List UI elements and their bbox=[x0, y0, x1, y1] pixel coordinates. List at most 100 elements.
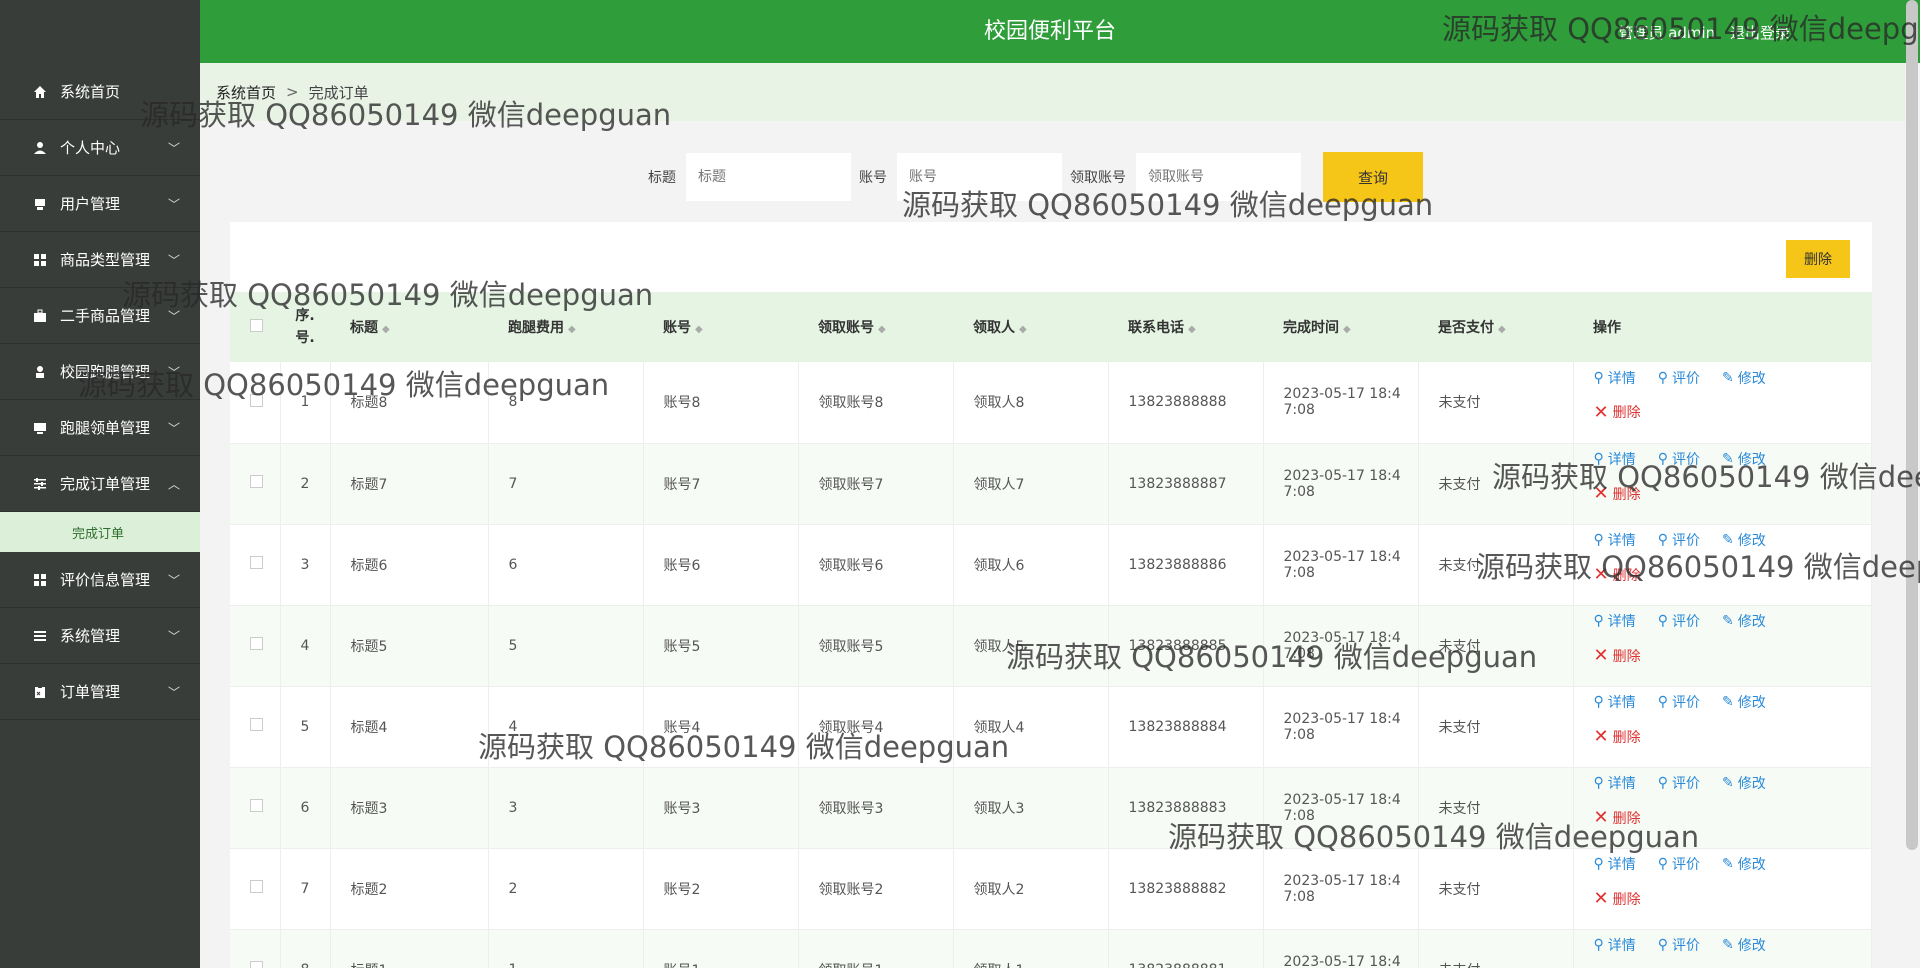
col-title[interactable]: 标题 ◆ bbox=[330, 292, 488, 362]
edit-button[interactable]: ✎ 修改 bbox=[1722, 611, 1766, 631]
logout-link[interactable]: 退出登录 bbox=[1730, 24, 1790, 42]
bag-icon bbox=[32, 308, 48, 324]
sidebar-item-5[interactable]: 校园跑腿管理 ﹀ bbox=[0, 344, 200, 400]
row-checkbox[interactable] bbox=[230, 848, 281, 929]
row-checkbox[interactable] bbox=[230, 362, 281, 443]
sidebar-item-6[interactable]: 跑腿领单管理 ﹀ bbox=[0, 400, 200, 456]
query-button[interactable]: 查询 bbox=[1323, 152, 1423, 202]
review-button[interactable]: ⚲ 评价 bbox=[1658, 692, 1700, 712]
edit-button[interactable]: ✎ 修改 bbox=[1722, 692, 1766, 712]
review-button[interactable]: ⚲ 评价 bbox=[1658, 368, 1700, 388]
detail-button[interactable]: ⚲ 详情 bbox=[1594, 449, 1636, 469]
edit-button[interactable]: ✎ 修改 bbox=[1722, 773, 1766, 793]
chevron-down-icon: ﹀ bbox=[167, 253, 180, 267]
delete-button[interactable]: ✕ 删除 bbox=[1594, 807, 1641, 828]
select-all-checkbox[interactable] bbox=[230, 292, 280, 362]
title-input[interactable] bbox=[686, 153, 851, 201]
row-checkbox[interactable] bbox=[230, 686, 281, 767]
delete-button[interactable]: ✕ 删除 bbox=[1594, 564, 1641, 585]
account-input[interactable] bbox=[897, 153, 1062, 201]
cell-actions: ⚲详情 ⚲评价 ✎修改 ✕删除 bbox=[1573, 362, 1872, 443]
sidebar-item-3[interactable]: 商品类型管理 ﹀ bbox=[0, 232, 200, 288]
edit-button[interactable]: ✎ 修改 bbox=[1722, 935, 1766, 955]
breadcrumb-home[interactable]: 系统首页 bbox=[216, 82, 276, 103]
page-scrollbar[interactable] bbox=[1906, 0, 1918, 850]
sidebar-item-0[interactable]: 系统首页 bbox=[0, 64, 200, 120]
sidebar-item-label: 校园跑腿管理 bbox=[60, 363, 151, 381]
review-button[interactable]: ⚲ 评价 bbox=[1658, 935, 1700, 955]
cell-claimer: 领取人8 bbox=[953, 362, 1109, 443]
table-row: 5 标题4 4 账号4 领取账号4 领取人4 13823888884 2023-05-17 1… bbox=[230, 686, 1872, 767]
row-index: 7 bbox=[280, 848, 331, 929]
home-icon bbox=[32, 84, 48, 100]
claim-account-label: 领取账号 bbox=[1070, 170, 1126, 186]
detail-button[interactable]: ⚲ 详情 bbox=[1594, 773, 1636, 793]
search-icon: ⚲ bbox=[1657, 937, 1669, 953]
cell-title: 标题5 bbox=[330, 605, 489, 686]
table-card: 删除 序. 号. 标题 ◆ 跑腿费用 ◆ 账号 ◆ 领取账号 ◆ 领取人 ◆ 联系电话 ◆ 完… bbox=[230, 222, 1872, 968]
cell-paid: 未支付 bbox=[1418, 848, 1574, 929]
cell-account: 账号4 bbox=[643, 686, 799, 767]
delete-button[interactable]: ✕ 删除 bbox=[1594, 726, 1641, 747]
cell-phone: 13823888883 bbox=[1108, 767, 1264, 848]
col-claimer[interactable]: 领取人 ◆ bbox=[953, 292, 1108, 362]
row-checkbox[interactable] bbox=[230, 524, 281, 605]
chevron-down-icon: ﹀ bbox=[167, 421, 180, 435]
sidebar-item-1[interactable]: 个人中心 ﹀ bbox=[0, 120, 200, 176]
cell-title: 标题6 bbox=[330, 524, 489, 605]
detail-button[interactable]: ⚲ 详情 bbox=[1594, 692, 1636, 712]
col-finish-time[interactable]: 完成时间 ◆ bbox=[1263, 292, 1418, 362]
table-row: 7 标题2 2 账号2 领取账号2 领取人2 13823888882 2023-05-17 1… bbox=[230, 848, 1872, 929]
row-checkbox[interactable] bbox=[230, 929, 281, 968]
cell-paid: 未支付 bbox=[1418, 362, 1574, 443]
review-button[interactable]: ⚲ 评价 bbox=[1658, 530, 1700, 550]
edit-button[interactable]: ✎ 修改 bbox=[1722, 530, 1766, 550]
col-account[interactable]: 账号 ◆ bbox=[643, 292, 798, 362]
review-button[interactable]: ⚲ 评价 bbox=[1658, 611, 1700, 631]
cell-title: 标题3 bbox=[330, 767, 489, 848]
sidebar-item-9[interactable]: 系统管理 ﹀ bbox=[0, 608, 200, 664]
sidebar-item-4[interactable]: 二手商品管理 ﹀ bbox=[0, 288, 200, 344]
grid-icon bbox=[32, 572, 48, 588]
row-checkbox[interactable] bbox=[230, 443, 281, 524]
account-label: 账号 bbox=[859, 170, 887, 186]
detail-button[interactable]: ⚲ 详情 bbox=[1594, 935, 1636, 955]
row-checkbox[interactable] bbox=[230, 767, 281, 848]
edit-icon: ✎ bbox=[1722, 451, 1734, 467]
detail-button[interactable]: ⚲ 详情 bbox=[1594, 854, 1636, 874]
review-button[interactable]: ⚲ 评价 bbox=[1658, 773, 1700, 793]
detail-button[interactable]: ⚲ 详情 bbox=[1594, 368, 1636, 388]
sidebar-subitem-finished-orders[interactable]: 完成订单 bbox=[0, 512, 200, 552]
col-fee[interactable]: 跑腿费用 ◆ bbox=[488, 292, 643, 362]
row-index: 6 bbox=[280, 767, 331, 848]
edit-button[interactable]: ✎ 修改 bbox=[1722, 449, 1766, 469]
sidebar-item-label: 个人中心 bbox=[60, 139, 121, 157]
edit-button[interactable]: ✎ 修改 bbox=[1722, 368, 1766, 388]
review-button[interactable]: ⚲ 评价 bbox=[1658, 449, 1700, 469]
claim-account-input[interactable] bbox=[1136, 153, 1301, 201]
cell-phone: 13823888881 bbox=[1108, 929, 1264, 968]
sidebar-item-8[interactable]: 评价信息管理 ﹀ bbox=[0, 552, 200, 608]
cell-paid: 未支付 bbox=[1418, 605, 1574, 686]
col-claim-account[interactable]: 领取账号 ◆ bbox=[798, 292, 953, 362]
col-paid[interactable]: 是否支付 ◆ bbox=[1418, 292, 1573, 362]
list-icon bbox=[32, 628, 48, 644]
chevron-down-icon: ﹀ bbox=[167, 629, 180, 643]
cell-finish-time: 2023-05-17 18:47:08 bbox=[1263, 605, 1419, 686]
edit-button[interactable]: ✎ 修改 bbox=[1722, 854, 1766, 874]
sidebar-item-7[interactable]: 完成订单管理 ︿ bbox=[0, 456, 200, 512]
sidebar-item-label: 系统首页 bbox=[60, 83, 121, 101]
sidebar-item-10[interactable]: 订单管理 ﹀ bbox=[0, 664, 200, 720]
delete-button[interactable]: ✕ 删除 bbox=[1594, 645, 1641, 666]
delete-button[interactable]: ✕ 删除 bbox=[1594, 402, 1641, 423]
delete-button[interactable]: ✕ 删除 bbox=[1594, 483, 1641, 504]
batch-delete-button[interactable]: 删除 bbox=[1786, 240, 1850, 278]
detail-button[interactable]: ⚲ 详情 bbox=[1594, 611, 1636, 631]
clipboard-icon bbox=[32, 684, 48, 700]
detail-button[interactable]: ⚲ 详情 bbox=[1594, 530, 1636, 550]
row-checkbox[interactable] bbox=[230, 605, 281, 686]
sidebar-item-2[interactable]: 用户管理 ﹀ bbox=[0, 176, 200, 232]
delete-button[interactable]: ✕ 删除 bbox=[1594, 888, 1641, 909]
review-button[interactable]: ⚲ 评价 bbox=[1658, 854, 1700, 874]
col-phone[interactable]: 联系电话 ◆ bbox=[1108, 292, 1263, 362]
